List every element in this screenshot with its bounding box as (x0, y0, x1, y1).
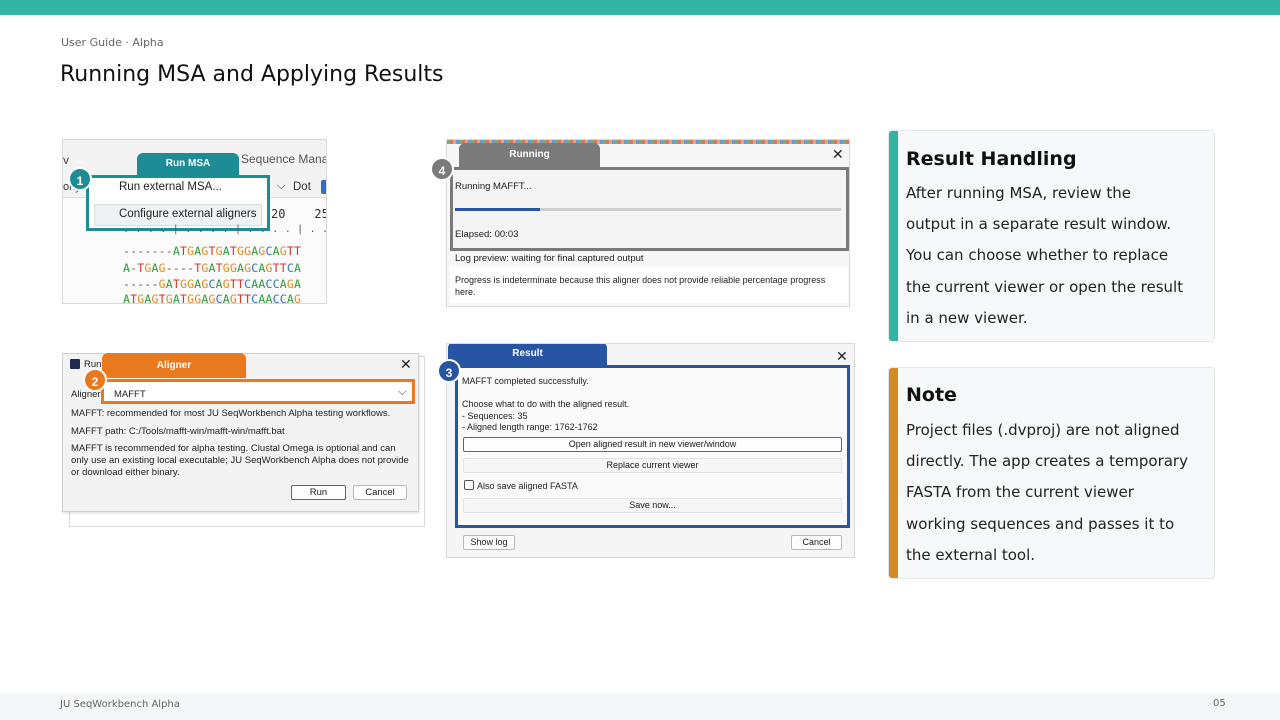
result-completed-text: MAFFT completed successfully. (462, 376, 589, 386)
card-body: After running MSA, review the output in … (906, 178, 1206, 334)
card-line: Project files (.dvproj) are not aligned (906, 421, 1180, 439)
step-badge-3: 3 (437, 359, 461, 383)
footer-product-name: JU SeqWorkbench Alpha (60, 699, 180, 710)
card-accent-bar (889, 368, 898, 578)
running-status-text: Running MAFFT... (455, 181, 532, 192)
sequence-row-1: -------ATGAGTGATGGAGCAGTT (123, 244, 302, 258)
card-body: Project files (.dvproj) are not aligned … (906, 415, 1206, 571)
log-preview: Log preview: waiting for final captured … (455, 253, 644, 264)
chevron-down-icon: ⌵ (277, 180, 286, 192)
app-icon (70, 359, 80, 369)
run-external-msa-item[interactable]: Run external MSA... (119, 181, 222, 193)
save-fasta-label: Also save aligned FASTA (477, 481, 578, 491)
result-length-range: - Aligned length range: 1762-1762 (462, 422, 598, 432)
aligner-info-note-line-2: only use an existing local executable; J… (71, 455, 409, 466)
run-button[interactable]: Run (291, 485, 346, 500)
note-card: Note Project files (.dvproj) are not ali… (888, 367, 1215, 579)
dot-plot-label: Dot (293, 181, 311, 193)
aligner-info-note-line-1: MAFFT is recommended for alpha testing. … (71, 443, 396, 454)
top-accent-bar (0, 0, 1280, 15)
card-line: You can choose whether to replace (906, 246, 1169, 265)
screenshot-result-dialog: Result ✕ MAFFT completed successfully. C… (446, 343, 855, 558)
screenshot-running-dialog: Running ✕ Running MAFFT... Elapsed: 00:0… (446, 139, 850, 307)
chevron-down-icon: ⌵ (398, 386, 407, 398)
sequence-row-4: ATGAGTGATGGAGCAGTTCAACCAG (123, 292, 302, 304)
aligner-info-path: MAFFT path: C:/Tools/mafft-win/mafft-win… (71, 426, 285, 437)
close-icon[interactable]: ✕ (832, 146, 844, 163)
card-line: FASTA from the current viewer (906, 483, 1134, 502)
background-menu-text: v (63, 153, 69, 167)
screenshot-aligner-dialog: Run Aligner ✕ Aligner MAFFT ⌵ MAFFT: rec… (62, 353, 425, 527)
aligner-select[interactable] (101, 379, 415, 404)
replace-current-viewer-button[interactable]: Replace current viewer (463, 458, 842, 473)
progress-note-line-2: here. (455, 287, 476, 297)
aligner-info-note-line-3: or download either binary. (71, 467, 180, 478)
ruler-dots: . . . . | . . . . | . . . . | . . . . (123, 224, 326, 235)
aligner-info-recommended: MAFFT: recommended for most JU SeqWorkbe… (71, 408, 391, 419)
step-badge-2: 2 (83, 368, 107, 392)
result-choose-text: Choose what to do with the aligned resul… (462, 399, 630, 409)
save-now-button[interactable]: Save now... (463, 498, 842, 513)
save-fasta-checkbox[interactable] (464, 480, 474, 490)
background-sequence-manager-text: Sequence Mana (241, 152, 327, 166)
aligner-tab: Aligner (102, 353, 246, 378)
progress-fill (455, 208, 540, 211)
aligner-select-value: MAFFT (114, 389, 146, 400)
progress-note-box (450, 267, 848, 303)
card-line: directly. The app creates a temporary (906, 452, 1188, 471)
card-line: working sequences and passes it to (906, 514, 1175, 533)
step-badge-1: 1 (68, 167, 92, 191)
progress-track (455, 208, 841, 211)
running-tab: Running (459, 143, 600, 167)
close-icon[interactable]: ✕ (836, 348, 848, 365)
sequence-row-3: -----GATGGAGCAGTTCAACCAGA (123, 277, 302, 291)
close-icon[interactable]: ✕ (400, 356, 412, 373)
progress-note-line-1: Progress is indeterminate because this a… (455, 275, 826, 285)
step-badge-4: 4 (430, 157, 454, 181)
toolbar-button-edge (321, 180, 326, 194)
breadcrumb: User Guide · Alpha (61, 36, 164, 49)
show-log-button[interactable]: Show log (463, 535, 515, 550)
cancel-button[interactable]: Cancel (791, 535, 842, 550)
elapsed-time: Elapsed: 00:03 (455, 229, 519, 240)
open-in-new-viewer-button[interactable]: Open aligned result in new viewer/window (463, 437, 842, 452)
card-line: in a new viewer. (906, 308, 1028, 327)
card-line: After running MSA, review the (906, 184, 1131, 202)
sequence-row-2: A-TGAG----TGATGGAGCAGTTCA (123, 261, 302, 275)
configure-external-aligners-item[interactable]: Configure external aligners (119, 208, 256, 220)
result-sequences-count: - Sequences: 35 (462, 411, 528, 421)
page-number: 05 (1213, 698, 1226, 709)
footer-bar (0, 693, 1280, 720)
result-handling-card: Result Handling After running MSA, revie… (888, 130, 1215, 342)
card-accent-bar (889, 131, 898, 341)
card-title: Result Handling (906, 148, 1077, 170)
card-line: output in a separate result window. (906, 215, 1172, 234)
page-title: Running MSA and Applying Results (60, 62, 444, 87)
screenshot-run-msa-menu: v Sequence Mana ohyl ⌵ Dot Run MSA Run e… (62, 139, 327, 304)
card-title: Note (906, 384, 957, 406)
card-line: the external tool. (906, 545, 1036, 564)
cancel-button[interactable]: Cancel (353, 485, 407, 500)
run-msa-tab[interactable]: Run MSA (137, 153, 239, 175)
ruler-numbers: 20 25 (271, 207, 327, 221)
card-line: the current viewer or open the result (906, 277, 1184, 296)
result-tab: Result (448, 344, 607, 366)
